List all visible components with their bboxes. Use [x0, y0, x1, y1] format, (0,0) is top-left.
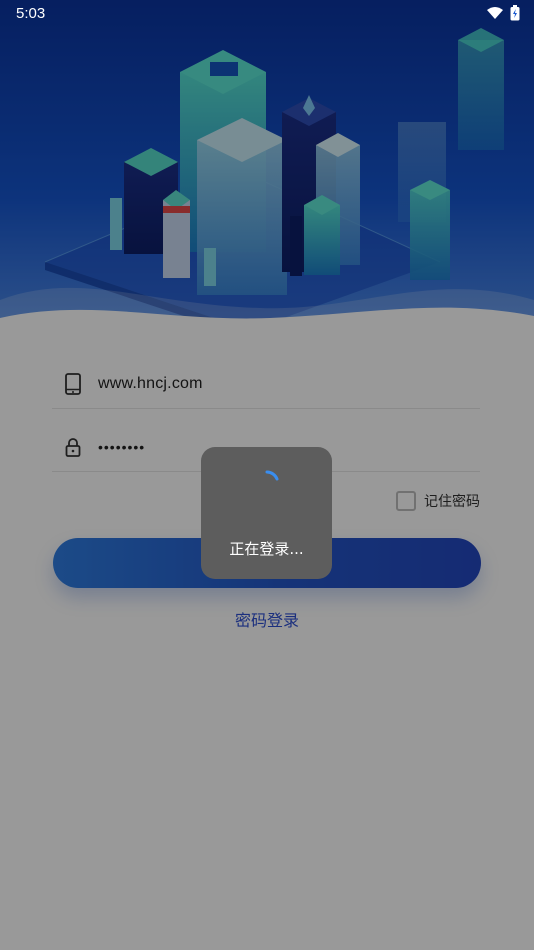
status-time: 5:03	[16, 5, 46, 22]
loading-spinner-icon	[265, 470, 279, 481]
battery-icon	[510, 5, 520, 21]
wifi-icon	[487, 7, 503, 19]
loading-dialog: 正在登录...	[201, 447, 332, 579]
status-bar: 5:03	[0, 0, 534, 28]
loading-text: 正在登录...	[229, 540, 304, 558]
status-icons	[486, 5, 520, 21]
